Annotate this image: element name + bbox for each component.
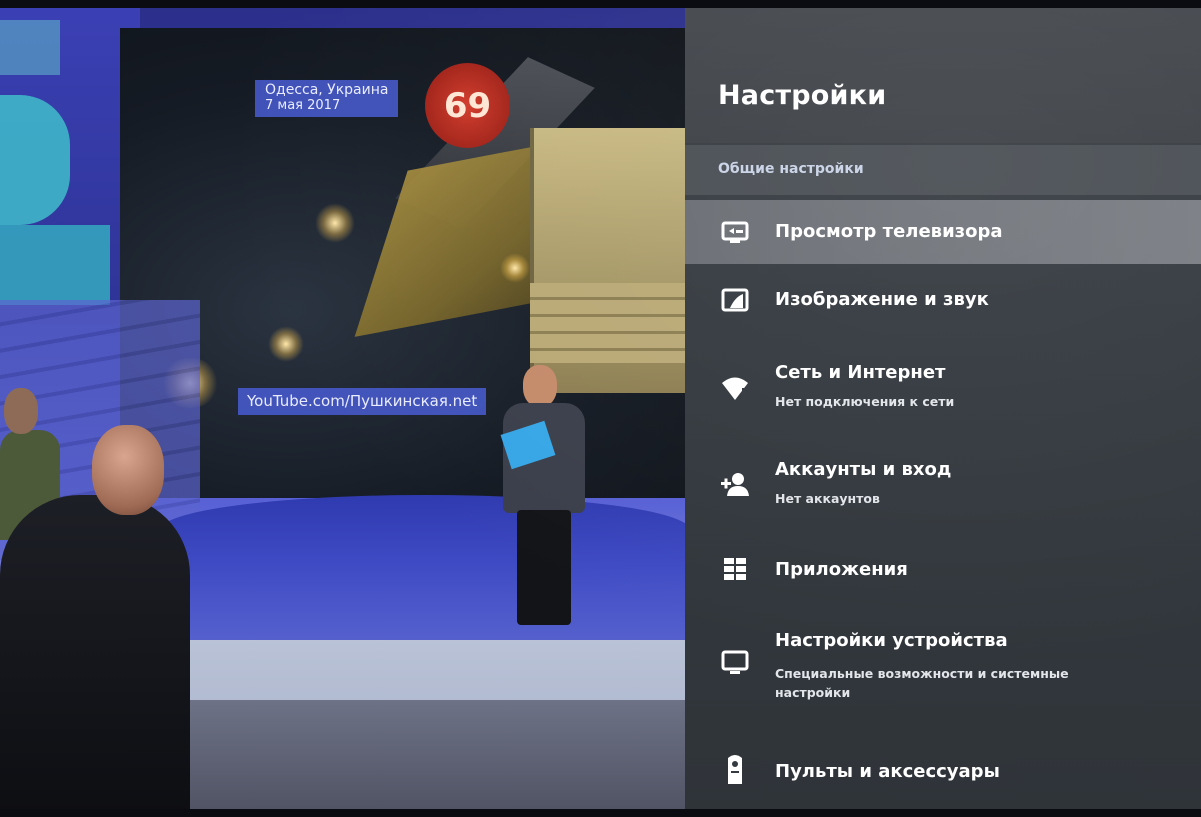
caption-date: 7 мая 2017 (265, 98, 341, 113)
menu-item-tv-viewing[interactable]: Просмотр телевизора (685, 200, 1201, 264)
menu-item-label: Сеть и Интернет (775, 362, 946, 383)
apps-grid-icon (720, 554, 750, 584)
menu-item-label: Аккаунты и вход (775, 459, 952, 480)
menu-item-remotes-accessories[interactable]: Пульты и аксессуары (685, 740, 1201, 806)
broadcast-location-caption: Одесса, Украина 7 мая 2017 (255, 80, 399, 117)
tv-bezel (0, 0, 1201, 8)
menu-item-label: Приложения (775, 559, 908, 580)
video-wall-scene (530, 283, 685, 363)
audience-member-head (4, 388, 38, 434)
tv-input-icon (720, 217, 750, 247)
video-wall-scene (500, 253, 530, 283)
menu-item-label: Изображение и звук (775, 289, 989, 310)
host-legs (517, 510, 571, 625)
menu-item-label: Настройки устройства (775, 630, 1008, 651)
settings-header: Настройки (685, 0, 1201, 143)
menu-item-network[interactable]: Сеть и Интернет Нет подключения к сети (685, 350, 1201, 434)
audience-member (0, 495, 190, 817)
remote-icon (720, 754, 750, 784)
tv-broadcast-picture: 69 Одесса, Украина 7 мая 2017 YouTube.co… (0, 0, 690, 817)
billboard-price: 69 (443, 85, 492, 126)
wifi-icon (720, 373, 750, 403)
menu-item-subtitle: Нет аккаунтов (775, 491, 880, 506)
menu-item-subtitle: Нет подключения к сети (775, 394, 955, 409)
general-settings-section: Общие настройки (685, 145, 1201, 195)
settings-title: Настройки (718, 80, 887, 111)
menu-item-label: Пульты и аксессуары (775, 761, 1000, 782)
menu-item-device-settings[interactable]: Настройки устройства Специальные возможн… (685, 618, 1201, 723)
broadcast-source-caption: YouTube.com/Пушкинская.net (238, 388, 487, 415)
menu-item-apps[interactable]: Приложения (685, 538, 1201, 602)
tv-host (497, 365, 592, 630)
menu-item-accounts[interactable]: Аккаунты и вход Нет аккаунтов (685, 445, 1201, 529)
studio-decor (0, 225, 110, 305)
menu-item-picture-sound[interactable]: Изображение и звук (685, 268, 1201, 332)
studio-video-wall: 69 (120, 28, 685, 498)
video-wall-scene (268, 326, 304, 362)
video-wall-scene (315, 203, 355, 243)
studio-decor (0, 20, 60, 75)
host-head (523, 365, 557, 407)
section-label: Общие настройки (718, 161, 864, 177)
menu-item-subtitle: Специальные возможности и системные наст… (775, 666, 1069, 700)
add-account-icon (720, 469, 750, 499)
caption-place: Одесса, Украина (265, 82, 389, 98)
audience-member-head (92, 425, 164, 515)
menu-item-label: Просмотр телевизора (775, 221, 1003, 242)
picture-sound-icon (720, 285, 750, 315)
tv-screen: 69 Одесса, Украина 7 мая 2017 YouTube.co… (0, 0, 1201, 817)
studio-decor (0, 95, 70, 225)
billboard: 69 (425, 63, 510, 148)
monitor-icon (720, 648, 750, 678)
tv-bezel (0, 809, 1201, 817)
settings-panel: Настройки Общие настройки Просмотр телев… (685, 0, 1201, 817)
